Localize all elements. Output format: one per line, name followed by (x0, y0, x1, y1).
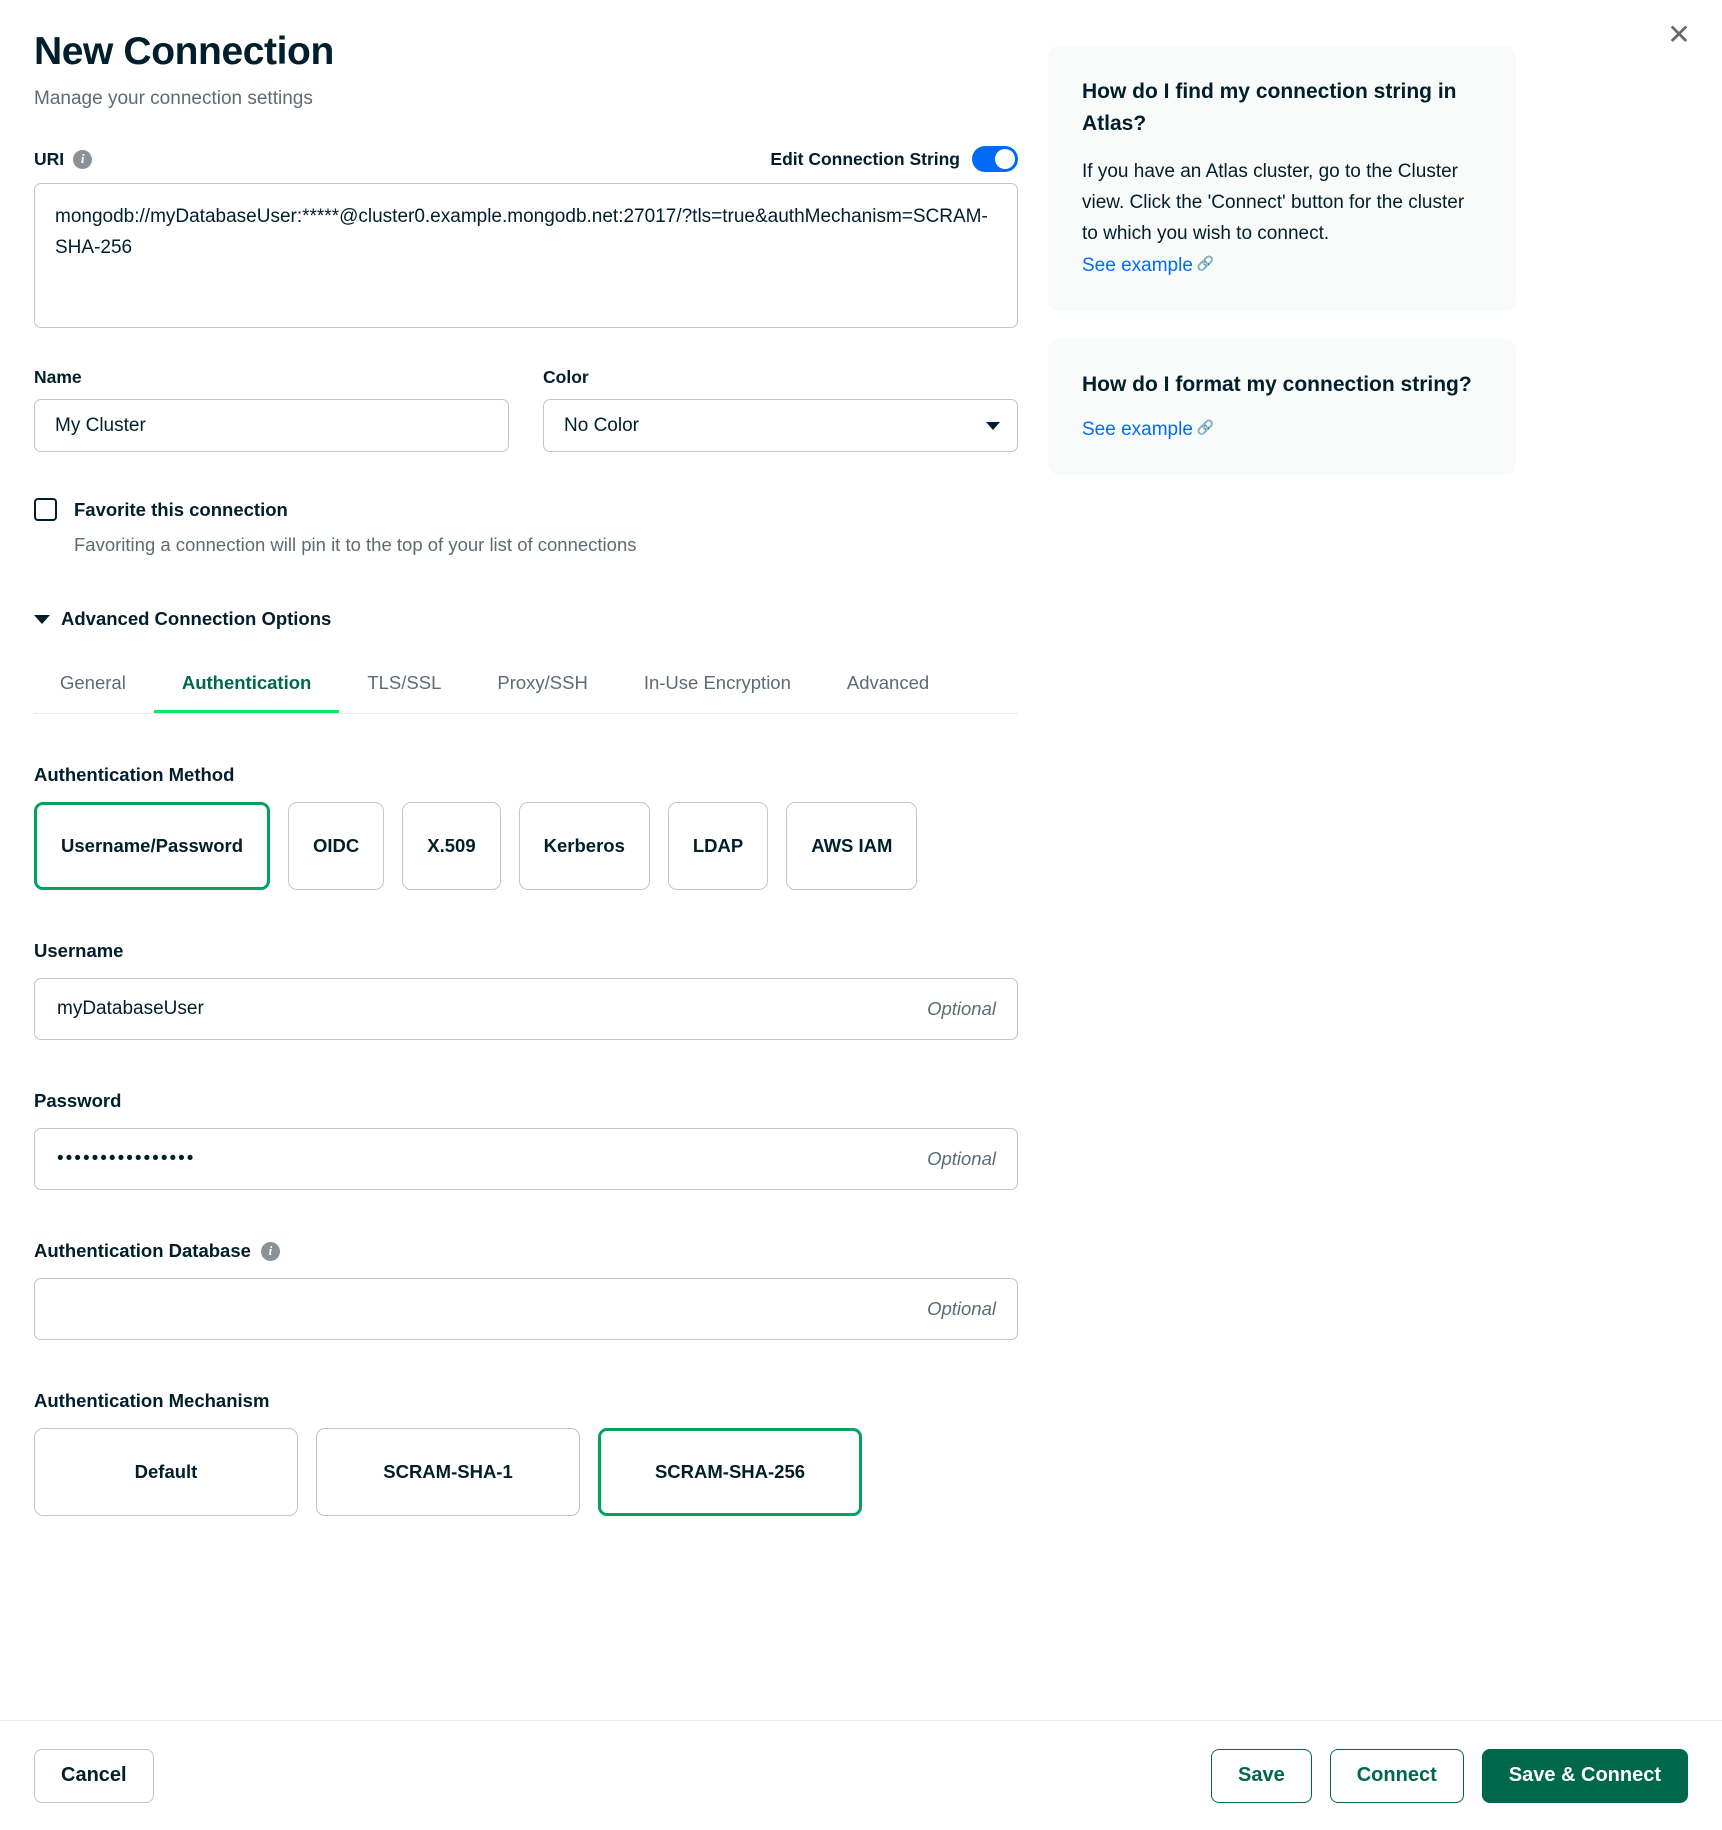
advanced-connection-options-toggle[interactable]: Advanced Connection Options (34, 608, 1018, 630)
authentication-database-label-group: Authentication Database i (34, 1240, 1018, 1262)
authentication-database-label: Authentication Database (34, 1240, 251, 1262)
advanced-connection-options-label: Advanced Connection Options (61, 608, 331, 630)
auth-method-x509[interactable]: X.509 (402, 802, 500, 890)
external-link-icon: 🔗 (1197, 420, 1214, 434)
save-button[interactable]: Save (1211, 1749, 1312, 1803)
help-card-title: How do I format my connection string? (1082, 369, 1482, 401)
authentication-method-section: Authentication Method Username/Password … (34, 764, 1018, 890)
help-card-format-connection-string: How do I format my connection string? Se… (1048, 339, 1516, 475)
new-connection-modal: ✕ New Connection Manage your connection … (0, 0, 1722, 1830)
save-and-connect-button[interactable]: Save & Connect (1482, 1749, 1688, 1803)
authentication-mechanism-label: Authentication Mechanism (34, 1390, 1018, 1412)
color-select[interactable] (543, 399, 1018, 452)
color-select-wrap[interactable] (543, 399, 1018, 452)
authentication-mechanism-section: Authentication Mechanism Default SCRAM-S… (34, 1390, 1018, 1516)
see-example-link[interactable]: See example 🔗 (1082, 419, 1214, 441)
tab-general[interactable]: General (34, 662, 154, 713)
auth-method-kerberos[interactable]: Kerberos (519, 802, 650, 890)
edit-connection-string-group[interactable]: Edit Connection String (770, 146, 1018, 172)
password-input[interactable] (34, 1128, 1018, 1190)
username-label: Username (34, 940, 1018, 962)
edit-connection-string-toggle[interactable] (972, 146, 1018, 172)
tab-tls-ssl[interactable]: TLS/SSL (339, 662, 469, 713)
help-card-title: How do I find my connection string in At… (1082, 76, 1482, 139)
color-field-group: Color (543, 367, 1018, 452)
favorite-checkbox[interactable] (34, 498, 57, 521)
tab-advanced[interactable]: Advanced (819, 662, 957, 713)
advanced-options-tablist: General Authentication TLS/SSL Proxy/SSH… (34, 662, 1018, 714)
help-panel: How do I find my connection string in At… (1048, 30, 1516, 503)
favorite-help-text: Favoriting a connection will pin it to t… (74, 534, 1018, 556)
username-section: Username Optional (34, 940, 1018, 1040)
favorite-block: Favorite this connection Favoriting a co… (34, 498, 1018, 556)
auth-method-username-password[interactable]: Username/Password (34, 802, 270, 890)
close-icon[interactable]: ✕ (1662, 18, 1696, 52)
auth-method-ldap[interactable]: LDAP (668, 802, 768, 890)
see-example-label: See example (1082, 255, 1193, 277)
see-example-link[interactable]: See example 🔗 (1082, 255, 1214, 277)
info-icon[interactable]: i (261, 1242, 280, 1261)
tab-proxy-ssh[interactable]: Proxy/SSH (469, 662, 615, 713)
page-title: New Connection (34, 30, 1018, 74)
password-input-wrap: Optional (34, 1128, 1018, 1190)
authentication-database-input[interactable] (34, 1278, 1018, 1340)
connect-button[interactable]: Connect (1330, 1749, 1464, 1803)
username-input[interactable] (34, 978, 1018, 1040)
color-label: Color (543, 367, 1018, 388)
edit-connection-string-label: Edit Connection String (770, 149, 960, 170)
auth-method-aws-iam[interactable]: AWS IAM (786, 802, 917, 890)
tab-in-use-encryption[interactable]: In-Use Encryption (616, 662, 819, 713)
toggle-knob (995, 149, 1015, 169)
chevron-down-icon (34, 615, 50, 624)
modal-footer: Cancel Save Connect Save & Connect (0, 1720, 1722, 1830)
help-card-body: If you have an Atlas cluster, go to the … (1082, 157, 1482, 249)
auth-mechanism-scram-sha-1[interactable]: SCRAM-SHA-1 (316, 1428, 580, 1516)
authentication-mechanism-options: Default SCRAM-SHA-1 SCRAM-SHA-256 (34, 1428, 1018, 1516)
name-color-row: Name Color (34, 367, 1018, 452)
favorite-row[interactable]: Favorite this connection (34, 498, 1018, 521)
external-link-icon: 🔗 (1197, 256, 1214, 270)
authentication-database-section: Authentication Database i Optional (34, 1240, 1018, 1340)
see-example-label: See example (1082, 419, 1193, 441)
name-input[interactable] (34, 399, 509, 452)
info-icon[interactable]: i (73, 150, 92, 169)
uri-input[interactable] (34, 183, 1018, 328)
uri-label: URI (34, 149, 64, 170)
auth-method-oidc[interactable]: OIDC (288, 802, 384, 890)
password-label: Password (34, 1090, 1018, 1112)
name-field-group: Name (34, 367, 509, 452)
uri-label-group: URI i (34, 149, 92, 170)
password-section: Password Optional (34, 1090, 1018, 1190)
authentication-database-input-wrap: Optional (34, 1278, 1018, 1340)
connection-form: New Connection Manage your connection se… (34, 30, 1018, 1516)
auth-mechanism-default[interactable]: Default (34, 1428, 298, 1516)
uri-header-row: URI i Edit Connection String (34, 146, 1018, 172)
name-label: Name (34, 367, 509, 388)
favorite-label[interactable]: Favorite this connection (74, 499, 288, 521)
page-subtitle: Manage your connection settings (34, 88, 1018, 110)
auth-mechanism-scram-sha-256[interactable]: SCRAM-SHA-256 (598, 1428, 862, 1516)
help-card-find-connection-string: How do I find my connection string in At… (1048, 46, 1516, 311)
authentication-method-options: Username/Password OIDC X.509 Kerberos LD… (34, 802, 1018, 890)
username-input-wrap: Optional (34, 978, 1018, 1040)
cancel-button[interactable]: Cancel (34, 1749, 154, 1803)
modal-body: New Connection Manage your connection se… (0, 0, 1722, 1720)
tab-authentication[interactable]: Authentication (154, 662, 340, 713)
authentication-method-label: Authentication Method (34, 764, 1018, 786)
footer-actions: Save Connect Save & Connect (1211, 1749, 1688, 1803)
